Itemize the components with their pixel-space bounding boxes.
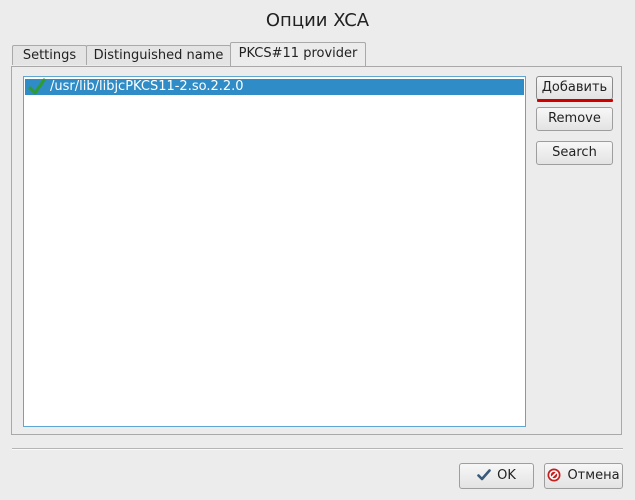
dialog-title: Опции XCA	[265, 10, 370, 31]
check-icon	[477, 468, 491, 480]
provider-list-item[interactable]: /usr/lib/libjcPKCS11-2.so.2.2.0	[25, 78, 524, 96]
provider-path: /usr/lib/libjcPKCS11-2.so.2.2.0	[50, 79, 244, 94]
tab-settings[interactable]: Settings	[12, 45, 87, 65]
footer-separator	[12, 448, 623, 450]
cancel-button[interactable]: Отмена	[544, 463, 623, 489]
tab-distinguished-name-label: Distinguished name	[93, 48, 224, 63]
search-button[interactable]: Search	[536, 141, 613, 165]
cancel-icon	[547, 468, 561, 481]
green-check-icon[interactable]	[28, 78, 46, 96]
ok-label: OK	[497, 468, 516, 483]
tab-settings-label: Settings	[22, 48, 77, 63]
pkcs11-provider-panel: /usr/lib/libjcPKCS11-2.so.2.2.0	[11, 66, 622, 435]
remove-button[interactable]: Remove	[536, 107, 613, 131]
tab-distinguished-name[interactable]: Distinguished name	[86, 45, 231, 65]
tab-pkcs11-provider-label: PKCS#11 provider	[238, 46, 358, 61]
add-button[interactable]: Добавить	[536, 76, 613, 100]
ok-button[interactable]: OK	[459, 463, 534, 489]
cancel-label: Отмена	[567, 468, 620, 483]
tab-pkcs11-provider[interactable]: PKCS#11 provider	[230, 42, 366, 66]
provider-list[interactable]: /usr/lib/libjcPKCS11-2.so.2.2.0	[23, 76, 526, 427]
focus-underline	[537, 99, 613, 102]
